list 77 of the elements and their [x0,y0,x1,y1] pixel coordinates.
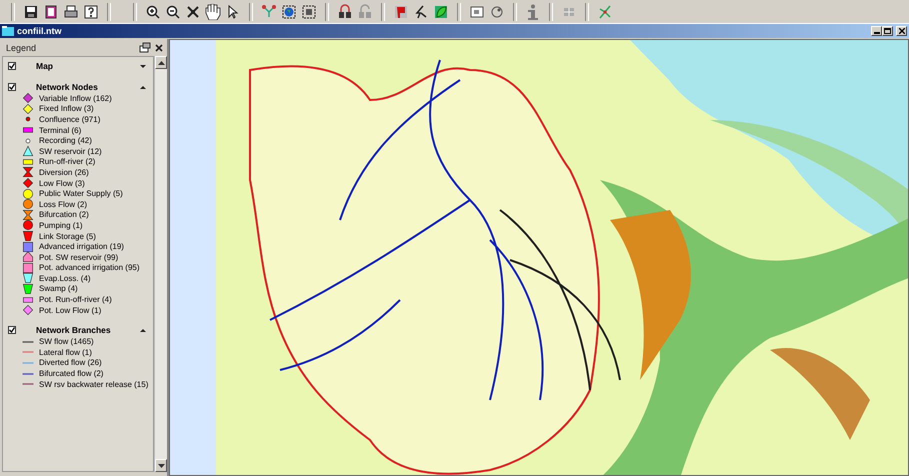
save-icon [23,4,39,20]
close-button[interactable] [896,26,907,36]
legend-label: Low Flow (3) [39,178,85,188]
legend-label: Pot. SW reservoir (99) [39,252,118,262]
folder-icon [2,26,14,36]
legend-label: Lateral flow (1) [39,348,92,357]
legend-label: Pumping (1) [39,220,83,230]
unlock-icon [357,4,373,20]
info-icon [525,4,541,20]
checkbox[interactable] [8,62,16,70]
up-arrow-icon [158,60,164,64]
pin-window-icon[interactable] [139,42,151,53]
zoom-in-icon [145,4,161,20]
legend-label: Fixed Inflow (3) [39,104,94,114]
legend-label: SW rsv backwater release (15) [39,380,148,389]
document-icon [43,4,59,20]
legend-label: Recording (42) [39,136,92,146]
legend-label: Public Water Supply (5) [39,189,123,198]
globe-button[interactable] [280,2,298,20]
legend-label: Terminal (6) [39,126,82,135]
lock-button[interactable] [336,2,354,20]
checkbox[interactable] [8,326,16,334]
panel-title: Legend [6,42,38,52]
legend-label: Advanced irrigation (19) [39,242,124,252]
hand-button[interactable] [204,2,222,20]
print-button[interactable] [62,2,80,20]
close-icon[interactable] [155,44,163,52]
legend-label: Bifurcation (2) [39,210,89,220]
help-icon [83,4,99,20]
legend-label: SW flow (1465) [39,337,94,346]
legend-label: Diversion (26) [39,168,89,177]
scroll-down-button[interactable] [155,459,167,472]
hand-icon [205,4,221,20]
frame-icon [301,4,317,20]
legend-label: Link Storage (5) [39,232,96,241]
down-arrow-icon [158,464,164,468]
check-icon [9,84,15,90]
legend-label: Confluence (971) [39,114,100,124]
print-icon [63,4,79,20]
checkbox[interactable] [8,83,16,91]
close-icon [898,28,904,34]
scroll-up-button[interactable] [155,56,167,69]
legend-label: Run-off-river (2) [39,157,96,166]
lock-icon [337,4,353,20]
section-title[interactable]: Map [36,61,140,71]
maximize-icon [884,28,891,34]
maximize-button[interactable] [882,26,893,36]
legend-label: Variable Inflow (162) [39,94,112,103]
legend-label: Pot. Low Flow (1) [39,306,102,315]
zoom-out-icon [165,4,181,20]
branch-icon [597,4,613,20]
select-box-icon [469,4,485,20]
caret-icon [140,84,147,90]
flag-icon [393,4,409,20]
section-title[interactable]: Network Branches [36,325,140,336]
check-icon [9,327,15,334]
window-title: confiil.ntw [17,26,62,36]
network-icon [261,4,277,20]
globe-icon [281,4,297,20]
check-icon [9,63,15,69]
legend-label: Evap.Loss. (4) [39,274,91,283]
zoom-extent-icon [185,4,201,20]
legend-label: Pot. Run-off-river (4) [39,295,112,304]
legend-label: Loss Flow (2) [39,200,88,209]
legend-label: Bifurcated flow (2) [39,369,104,378]
section-title[interactable]: Network Nodes [36,82,140,92]
legend-label: Swamp (4) [39,284,78,294]
scrollbar[interactable] [154,56,167,472]
legend-label: Diverted flow (26) [39,358,102,368]
caret-icon [140,328,147,333]
caret-icon [140,64,147,68]
leaf-icon [433,4,449,20]
minimize-button[interactable] [871,26,882,36]
frame-button[interactable] [300,2,318,20]
legend-label: Pot. advanced irrigation (95) [39,263,140,272]
legend-label: SW reservoir (12) [39,146,102,156]
help-button[interactable] [82,2,100,20]
